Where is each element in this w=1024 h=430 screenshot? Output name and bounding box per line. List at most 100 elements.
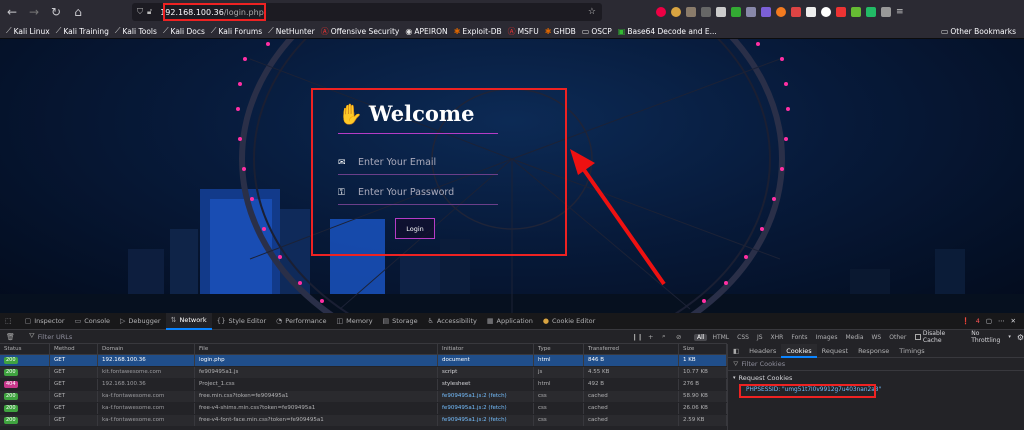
close-icon[interactable]: ✕ (1011, 317, 1016, 325)
sidebar-toggle-icon[interactable]: ◧ (728, 347, 744, 355)
bookmark-oscp[interactable]: ▭ OSCP (582, 27, 612, 36)
more-options-icon[interactable]: ⋯ (998, 317, 1005, 325)
tab-headers[interactable]: Headers (744, 344, 781, 358)
bookmark-kali-tools[interactable]: ⟋ Kali Tools (115, 26, 157, 36)
tab-accessibility[interactable]: ♿ Accessibility (423, 313, 482, 330)
url-filter-bar: 🗑︎ ⛛ Filter URLs ❙❙ + ⌕ ⊘ (0, 330, 727, 344)
filter-xhr[interactable]: XHR (768, 334, 787, 341)
tools-icon[interactable] (701, 7, 711, 17)
tab-style-editor[interactable]: {} Style Editor (212, 313, 272, 330)
tab-network[interactable]: ⇅ Network (165, 312, 212, 330)
filter-fonts[interactable]: Fonts (788, 334, 810, 341)
bookmark-exploit-db[interactable]: ✱ Exploit-DB (454, 27, 502, 36)
size-cell: 2.59 KB (679, 415, 727, 426)
tab-memory[interactable]: ◫ Memory (331, 313, 377, 330)
tab-debugger[interactable]: ▷ Debugger (115, 313, 166, 330)
column-header-method[interactable]: Method (50, 344, 98, 354)
wappalyzer-icon[interactable] (851, 7, 861, 17)
table-row[interactable]: 200 GET 192.168.100.36 login.php document htm… (0, 355, 727, 366)
request-cookies-section[interactable]: ▾ Request Cookies (733, 374, 792, 382)
filter-images[interactable]: Images (813, 334, 841, 341)
column-header-status[interactable]: Status (0, 344, 50, 354)
bookmark-label: APEIRON (414, 26, 448, 36)
tab-application[interactable]: ▦ Application (482, 313, 538, 330)
column-header-file[interactable]: File (195, 344, 438, 354)
tab-console[interactable]: ▭ Console (70, 313, 115, 330)
column-header-initiator[interactable]: Initiator (438, 344, 534, 354)
reload-icon[interactable]: ↻ (46, 2, 66, 22)
filter-all[interactable]: All (694, 333, 708, 341)
bookmark-offensive-security[interactable]: Ⓐ Offensive Security (321, 26, 400, 37)
extension-icon[interactable] (686, 7, 696, 17)
bookmark-kali-docs[interactable]: ⟋ Kali Docs (163, 26, 205, 36)
bookmark-base64[interactable]: ▣ Base64 Decode and E... (618, 27, 717, 36)
shield-green-icon[interactable] (731, 7, 741, 17)
status-badge: 404 (4, 381, 18, 388)
home-icon[interactable]: ⌂ (68, 2, 88, 22)
tab-timings[interactable]: Timings (894, 344, 929, 358)
disable-cache-checkbox[interactable] (915, 334, 921, 340)
console-icon: ▭ (74, 317, 82, 325)
filter-css[interactable]: CSS (734, 334, 752, 341)
filter-js[interactable]: JS (754, 334, 766, 341)
tab-inspector[interactable]: ▢ Inspector (20, 313, 70, 330)
trash-icon[interactable]: 🗑︎ (6, 333, 15, 341)
red-square-icon[interactable] (836, 7, 846, 17)
filter-cookies-input[interactable]: Filter Cookies (741, 360, 785, 368)
table-row[interactable]: 200 GET ka-f.fontawesome.com free.min.css?t… (0, 391, 727, 402)
filter-html[interactable]: HTML (709, 334, 732, 341)
bookmark-kali-forums[interactable]: ⟋ Kali Forums (211, 26, 262, 36)
purple-extension-icon[interactable] (761, 7, 771, 17)
block-icon[interactable]: ⊘ (676, 333, 681, 341)
bookmark-msfu[interactable]: Ⓐ MSFU (508, 26, 539, 37)
puzzle-icon[interactable] (746, 7, 756, 17)
bookmark-apeiron[interactable]: ◉ APEIRON (405, 27, 447, 36)
filter-urls-input[interactable]: Filter URLs (38, 333, 72, 341)
tab-label: Debugger (128, 317, 161, 325)
menu-icon[interactable]: ≡ (896, 7, 906, 17)
green-tag-icon[interactable] (866, 7, 876, 17)
filter-other[interactable]: Other (886, 334, 909, 341)
fox-icon[interactable] (776, 7, 786, 17)
rect-icon[interactable] (881, 7, 891, 17)
column-header-size[interactable]: Size (679, 344, 727, 354)
filter-ws[interactable]: WS (869, 334, 885, 341)
kali-dragon-icon: ⟋ (210, 26, 217, 35)
cookie-icon[interactable] (671, 7, 681, 17)
bookmark-other[interactable]: ▭ Other Bookmarks (941, 27, 1016, 36)
forward-arrow-icon[interactable]: → (24, 2, 44, 22)
bookmark-kali-training[interactable]: ⟋ Kali Training (56, 26, 109, 36)
add-icon[interactable]: + (648, 333, 653, 341)
s-icon[interactable] (821, 7, 831, 17)
column-header-domain[interactable]: Domain (98, 344, 195, 354)
tab-performance[interactable]: ◔ Performance (271, 313, 331, 330)
filter-media[interactable]: Media (842, 334, 866, 341)
bookmark-star-icon[interactable]: ☆ (588, 7, 596, 17)
table-row[interactable]: 404 GET 192.168.100.36 Project_1.css stylesh… (0, 379, 727, 390)
dock-icon[interactable]: ▢ (986, 317, 992, 325)
mask-icon[interactable] (806, 7, 816, 17)
bookmark-ghdb[interactable]: ✱ GHDB (545, 27, 576, 36)
bookmark-kali-linux[interactable]: ⟋ Kali Linux (6, 26, 50, 36)
tab-cookie-editor[interactable]: ● Cookie Editor (538, 313, 600, 330)
gear-icon[interactable]: ⚙ (1017, 333, 1024, 342)
bookmark-nethunter[interactable]: ⟋ NetHunter (268, 26, 315, 36)
table-row[interactable]: 200 GET ka-f.fontawesome.com free-v4-font-f… (0, 415, 727, 426)
tab-response[interactable]: Response (853, 344, 894, 358)
tab-cookies[interactable]: Cookies (781, 343, 817, 358)
tab-request[interactable]: Request (817, 344, 853, 358)
table-row[interactable]: 200 GET kit.fontawesome.com fe909495a1.js sc… (0, 367, 727, 378)
column-header-type[interactable]: Type (534, 344, 584, 354)
tab-storage[interactable]: ▤ Storage (378, 313, 423, 330)
search-icon[interactable]: ⌕ (662, 332, 666, 341)
back-arrow-icon[interactable]: ← (2, 2, 22, 22)
pocket-icon[interactable] (656, 7, 666, 17)
flag-icon[interactable] (791, 7, 801, 17)
tab-label: Cookie Editor (551, 317, 596, 325)
table-row[interactable]: 200 GET ka-f.fontawesome.com free-v4-shims.… (0, 403, 727, 414)
column-header-transferred[interactable]: Transferred (584, 344, 679, 354)
pick-element-icon[interactable]: ⬚ (0, 313, 20, 330)
pause-icon[interactable]: ❙❙ (632, 333, 643, 341)
tag-icon[interactable] (716, 7, 726, 17)
throttling-select[interactable]: No Throttling (971, 330, 1006, 344)
